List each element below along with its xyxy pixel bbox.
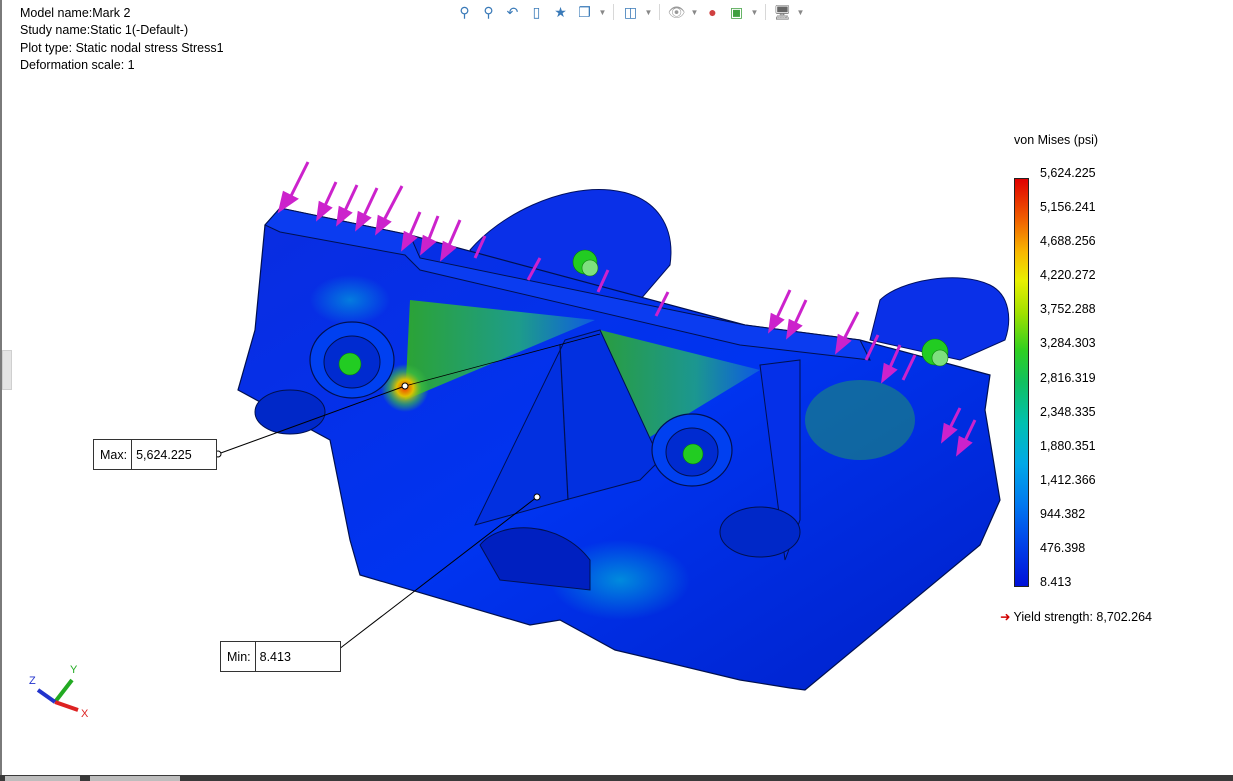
stress-colorbar[interactable] [1014,178,1029,587]
colorbar-tick-label: 2,348.335 [1040,404,1096,419]
bottom-tab-strip [0,775,1233,781]
yield-arrow-icon: ➜ [1000,610,1011,624]
colorbar-tick-label: 8.413 [1040,575,1072,589]
colorbar-tick-label: 2,816.319 [1040,370,1096,385]
stress-region-left [310,275,390,325]
min-callout-value: 8.413 [259,649,291,664]
stress-region-right [805,380,915,460]
triad-x-label: X [81,708,89,720]
max-callout[interactable]: Max: 5,624.225 [93,439,218,470]
colorbar-tick-label: 3,284.303 [1040,336,1096,351]
min-point-marker [533,493,541,501]
legend-title: von Mises (psi) [1014,133,1099,147]
min-callout[interactable]: Min: 8.413 [220,641,341,672]
yield-strength-text: Yield strength: 8,702.264 [1013,610,1153,624]
triad-y-label: Y [70,664,78,676]
colorbar-tick-label: 4,220.272 [1040,268,1096,283]
colorbar-tick-labels: 5,624.225 5,156.241 4,688.256 4,220.272 3,75… [1040,166,1130,596]
max-callout-label: Max: [94,440,133,469]
colorbar-tick-label: 1,880.351 [1040,438,1096,453]
max-callout-value: 5,624.225 [136,447,192,462]
coordinate-triad: Y X Z [29,664,89,720]
colorbar-tick-label: 5,156.241 [1040,200,1096,215]
colorbar-tick-label: 1,412.366 [1040,472,1096,487]
colorbar-tick-label: 3,752.288 [1040,302,1096,317]
tab-model[interactable] [5,776,80,781]
min-callout-label: Min: [221,642,256,671]
colorbar-tick-label: 944.382 [1040,506,1086,521]
max-point-marker [401,382,409,390]
yield-strength: ➜ Yield strength: 8,702.264 [1000,609,1152,624]
colorbar-tick-label: 476.398 [1040,540,1086,555]
colorbar-tick-label: 5,624.225 [1040,166,1096,180]
tab-study[interactable] [90,776,180,781]
pin-hole-right [719,506,801,558]
colorbar-tick-label: 4,688.256 [1040,234,1096,249]
triad-z-label: Z [29,675,36,687]
